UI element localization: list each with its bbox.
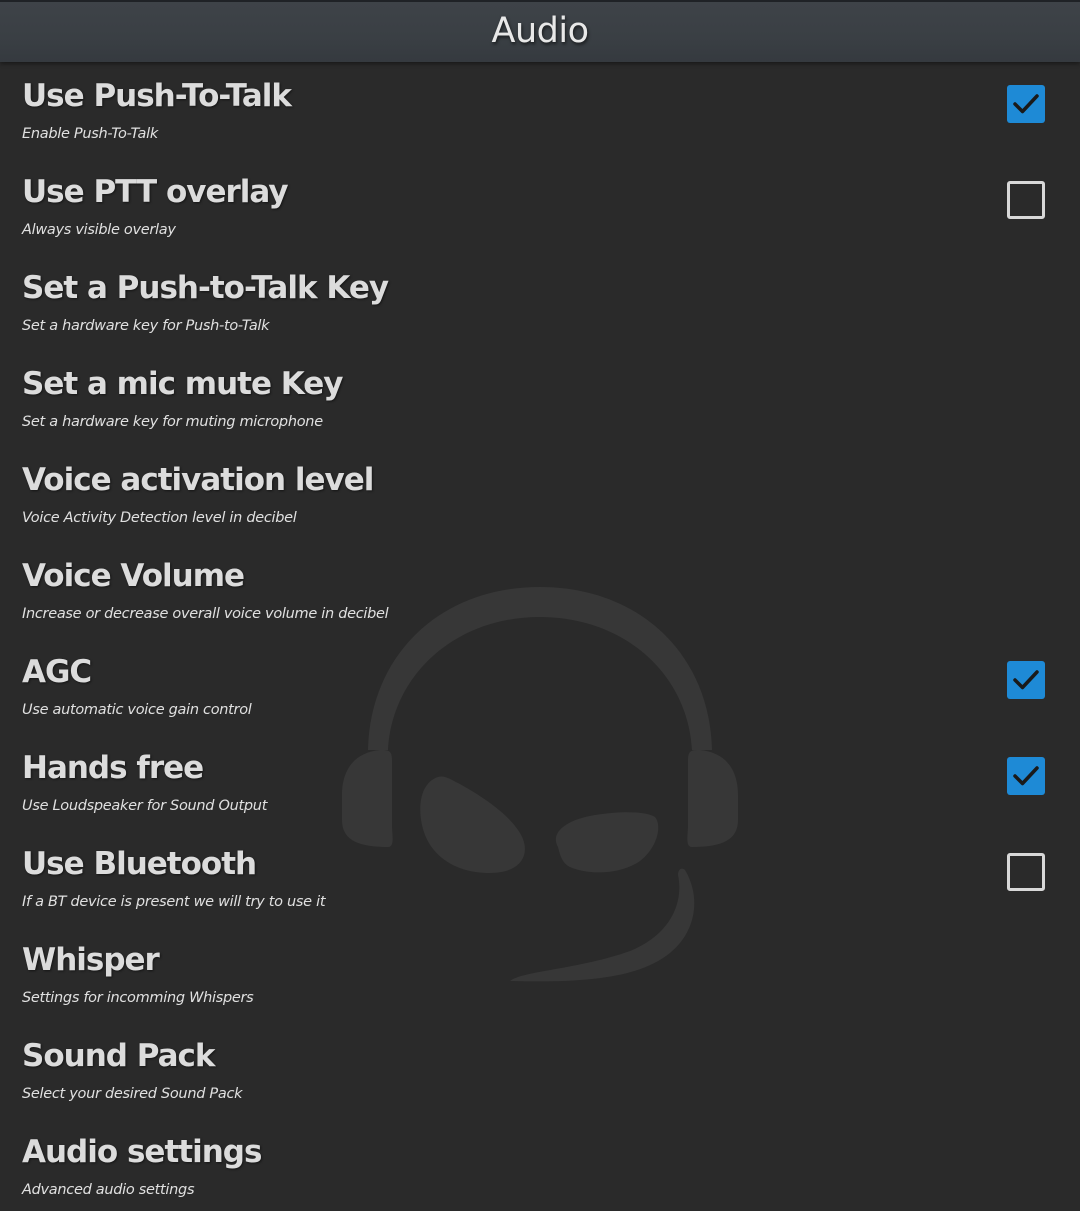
bluetooth-checkbox[interactable] [1007,853,1045,891]
setting-title: Sound Pack [22,1038,216,1074]
setting-subtitle: Advanced audio settings [22,1182,195,1198]
page-title: Audio [491,11,589,51]
setting-subtitle: Use Loudspeaker for Sound Output [22,798,268,814]
setting-title: Audio settings [22,1134,262,1170]
setting-title: Set a mic mute Key [22,366,343,402]
setting-subtitle: Set a hardware key for muting microphone [22,414,323,430]
setting-agc[interactable]: AGC Use automatic voice gain control [0,638,1080,734]
settings-list: Use Push-To-Talk Enable Push-To-Talk Use… [0,62,1080,1211]
setting-mic-mute-key[interactable]: Set a mic mute Key Set a hardware key fo… [0,350,1080,446]
hands-free-checkbox[interactable] [1007,757,1045,795]
setting-title: Hands free [22,750,204,786]
setting-title: Voice Volume [22,558,245,594]
setting-title: Set a Push-to-Talk Key [22,270,389,306]
setting-title: Voice activation level [22,462,374,498]
setting-hands-free[interactable]: Hands free Use Loudspeaker for Sound Out… [0,734,1080,830]
setting-sound-pack[interactable]: Sound Pack Select your desired Sound Pac… [0,1022,1080,1118]
setting-whisper[interactable]: Whisper Settings for incomming Whispers [0,926,1080,1022]
setting-audio-settings[interactable]: Audio settings Advanced audio settings [0,1118,1080,1211]
setting-voice-volume[interactable]: Voice Volume Increase or decrease overal… [0,542,1080,638]
setting-use-push-to-talk[interactable]: Use Push-To-Talk Enable Push-To-Talk [0,62,1080,158]
setting-subtitle: Settings for incomming Whispers [22,990,254,1006]
setting-subtitle: Always visible overlay [22,222,176,238]
checkmark-icon [1013,670,1039,690]
app-header: Audio [0,0,1080,62]
ptt-overlay-checkbox[interactable] [1007,181,1045,219]
setting-use-ptt-overlay[interactable]: Use PTT overlay Always visible overlay [0,158,1080,254]
setting-title: Whisper [22,942,160,978]
setting-push-to-talk-key[interactable]: Set a Push-to-Talk Key Set a hardware ke… [0,254,1080,350]
setting-subtitle: Set a hardware key for Push-to-Talk [22,318,270,334]
checkmark-icon [1013,94,1039,114]
setting-subtitle: Voice Activity Detection level in decibe… [22,510,297,526]
setting-title: Use PTT overlay [22,174,289,210]
setting-title: AGC [22,654,92,690]
setting-subtitle: Select your desired Sound Pack [22,1086,243,1102]
push-to-talk-checkbox[interactable] [1007,85,1045,123]
setting-subtitle: If a BT device is present we will try to… [22,894,326,910]
setting-title: Use Push-To-Talk [22,78,292,114]
setting-subtitle: Use automatic voice gain control [22,702,252,718]
setting-title: Use Bluetooth [22,846,257,882]
setting-voice-activation-level[interactable]: Voice activation level Voice Activity De… [0,446,1080,542]
audio-settings-screen: Audio Use Push-To-Talk Enable Push-To-Ta… [0,0,1080,1211]
setting-subtitle: Increase or decrease overall voice volum… [22,606,389,622]
setting-use-bluetooth[interactable]: Use Bluetooth If a BT device is present … [0,830,1080,926]
checkmark-icon [1013,766,1039,786]
agc-checkbox[interactable] [1007,661,1045,699]
setting-subtitle: Enable Push-To-Talk [22,126,158,142]
